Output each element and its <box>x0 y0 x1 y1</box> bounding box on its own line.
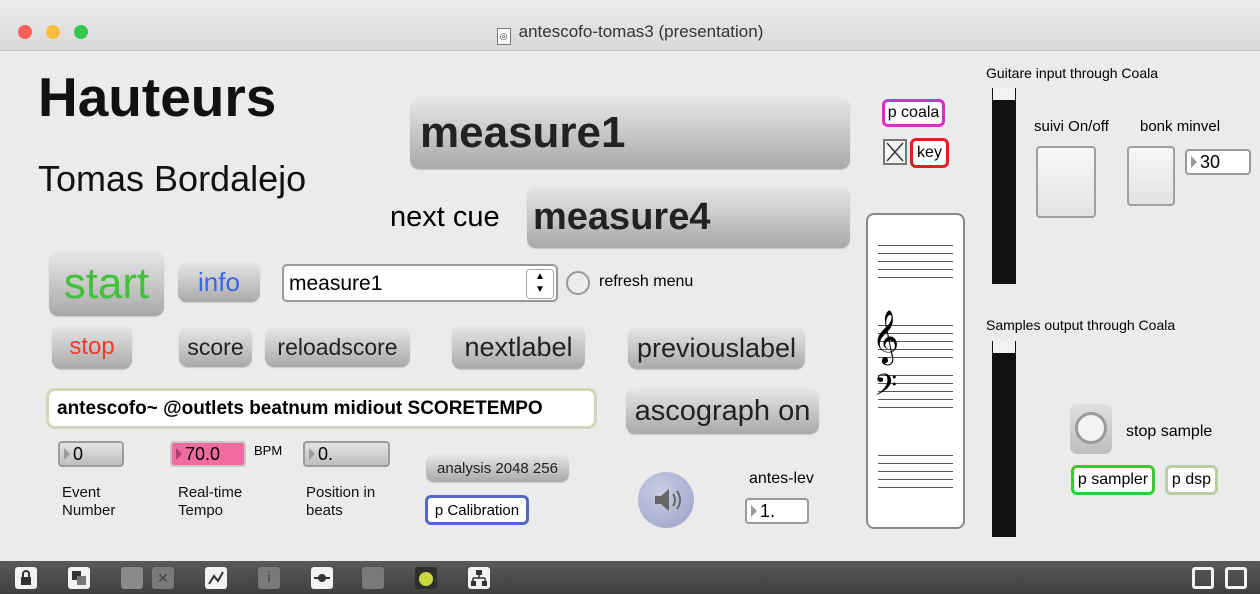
suivi-label: suivi On/off <box>1034 118 1109 135</box>
info-icon[interactable]: i <box>258 567 280 589</box>
sidebar-icon[interactable] <box>1225 567 1247 589</box>
info-label: info <box>198 266 240 297</box>
presentation-icon[interactable] <box>68 567 90 589</box>
speaker-icon <box>655 489 681 511</box>
numbox-arrow-icon <box>64 448 70 460</box>
bpm-label: BPM <box>254 443 283 458</box>
position-box[interactable]: 0. <box>303 441 390 467</box>
numbox-arrow-icon <box>176 448 182 460</box>
cue-menu[interactable]: measure1 ▲ ▼ <box>282 264 558 302</box>
edit-icon[interactable] <box>121 567 143 589</box>
ascograph-button[interactable]: ascograph on <box>626 388 819 434</box>
numbox-arrow-icon <box>1191 156 1197 168</box>
speaker-dac-button[interactable] <box>638 472 694 528</box>
composer-name: Tomas Bordalejo <box>38 158 307 199</box>
tempo-box[interactable]: 70.0 <box>170 441 246 467</box>
refresh-menu-label: refresh menu <box>599 273 694 290</box>
position-label: Position in beats <box>306 484 376 519</box>
stop-label: stop <box>69 333 115 360</box>
stop-sample-label: stop sample <box>1126 423 1213 440</box>
bonk-minvel-label: bonk minvel <box>1140 118 1221 135</box>
reloadscore-button[interactable]: reloadscore <box>265 327 410 367</box>
window-title: ◎ antescofo-tomas3 (presentation) <box>0 22 1260 45</box>
bottom-toolbar: ✕ i <box>0 561 1260 594</box>
treble-clef-icon: 𝄞 <box>872 310 900 362</box>
previouslabel-button[interactable]: previouslabel <box>628 327 805 369</box>
start-button[interactable]: start <box>49 251 164 316</box>
window-title-text: antescofo-tomas3 (presentation) <box>518 22 764 41</box>
analysis-button[interactable]: analysis 2048 256 <box>426 454 569 482</box>
calibration-subpatch[interactable]: p Calibration <box>425 495 529 525</box>
position-value: 0. <box>318 443 334 464</box>
close-icon[interactable]: ✕ <box>152 567 174 589</box>
guitar-input-meter <box>992 88 1016 284</box>
meter-cap <box>993 341 1015 353</box>
sampler-subpatch[interactable]: p sampler <box>1071 465 1155 495</box>
tempo-label: Real-time Tempo <box>178 484 243 519</box>
menu-stepper-icon[interactable]: ▲ ▼ <box>526 269 554 299</box>
numbox-arrow-icon <box>751 505 757 517</box>
window-titlebar: ◎ antescofo-tomas3 (presentation) <box>0 0 1260 51</box>
refresh-button[interactable] <box>566 271 590 295</box>
score-notation-display: 𝄞 𝄢 <box>866 213 965 529</box>
event-number-label: Event Number <box>62 484 116 519</box>
graph-icon[interactable] <box>205 567 227 589</box>
grid-icon[interactable] <box>362 567 384 589</box>
meter-cap <box>993 88 1015 100</box>
piece-title: Hauteurs <box>38 66 277 128</box>
current-cue-display: measure1 <box>410 97 850 169</box>
event-number-box[interactable]: 0 <box>58 441 124 467</box>
hierarchy-icon[interactable] <box>468 567 490 589</box>
samples-output-title: Samples output through Coala <box>986 317 1176 333</box>
bass-clef-icon: 𝄢 <box>874 368 898 409</box>
start-label: start <box>63 258 150 308</box>
coala-subpatch[interactable]: p coala <box>882 99 945 127</box>
patcher-canvas: Hauteurs Tomas Bordalejo measure1 next c… <box>0 51 1260 561</box>
stop-button[interactable]: stop <box>52 325 132 369</box>
split-view-icon[interactable] <box>1192 567 1214 589</box>
dsp-subpatch[interactable]: p dsp <box>1165 465 1218 495</box>
bonk-minvel-box[interactable]: 30 <box>1185 149 1251 175</box>
samples-output-meter <box>992 341 1016 537</box>
toggle-x-icon <box>886 142 904 162</box>
guitar-input-title: Guitare input through Coala <box>986 65 1158 81</box>
numbox-arrow-icon <box>309 448 315 460</box>
key-object[interactable]: key <box>910 138 949 168</box>
bang-circle-icon <box>1075 412 1107 444</box>
antes-lev-value: 1. <box>760 500 776 521</box>
suivi-toggle[interactable] <box>1036 146 1096 218</box>
lock-icon[interactable] <box>15 567 37 589</box>
antes-lev-box[interactable]: 1. <box>745 498 809 524</box>
stop-sample-button[interactable] <box>1070 404 1112 454</box>
next-cue-display: measure4 <box>527 186 850 248</box>
key-toggle[interactable] <box>883 139 907 165</box>
next-cue-label: next cue <box>390 201 500 233</box>
antes-lev-label: antes-lev <box>749 470 814 487</box>
score-button[interactable]: score <box>179 327 252 367</box>
color-icon[interactable] <box>415 567 437 589</box>
tempo-value: 70.0 <box>185 443 221 464</box>
event-number-value: 0 <box>73 443 84 464</box>
toggle-icon[interactable] <box>311 567 333 589</box>
info-button[interactable]: info <box>178 262 260 302</box>
bonk-toggle[interactable] <box>1127 146 1175 206</box>
cue-menu-value: measure1 <box>289 272 383 295</box>
bonk-minvel-value: 30 <box>1200 151 1221 172</box>
nextlabel-button[interactable]: nextlabel <box>452 325 585 369</box>
document-icon: ◎ <box>496 28 511 45</box>
antescofo-object[interactable]: antescofo~ @outlets beatnum midiout SCOR… <box>46 388 597 429</box>
